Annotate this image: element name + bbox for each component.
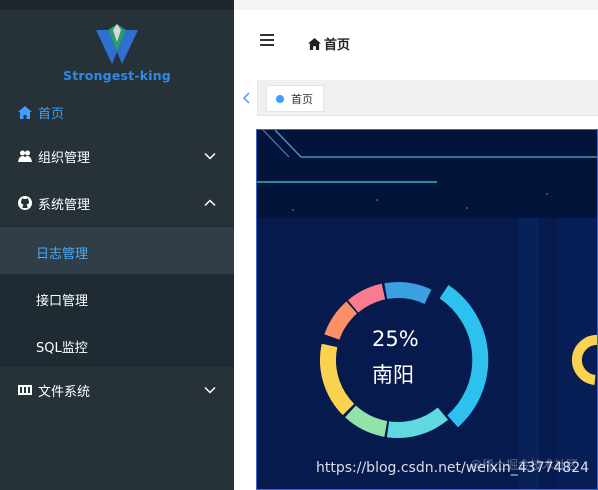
sidebar-item-file-system[interactable]: 文件系统 (0, 367, 234, 413)
sidebar-item-system[interactable]: 系统管理 (0, 180, 234, 226)
tabs-bar: 首页 (234, 80, 598, 116)
chevron-down-icon (204, 152, 216, 160)
logo-icon (96, 24, 138, 64)
tab-home[interactable]: 首页 (266, 85, 324, 112)
main-content: 25% 南阳 (234, 116, 598, 490)
sidebar-item-label: 首页 (38, 106, 65, 122)
sidebar-subitem-log[interactable]: 日志管理 (0, 227, 234, 274)
brand-name: Strongest-king (63, 68, 171, 83)
header-top-strip (234, 0, 598, 10)
sidebar-item-organization[interactable]: 组织管理 (0, 133, 234, 179)
sidebar-subitem-label: 日志管理 (36, 247, 89, 262)
dashboard-graphics (257, 130, 597, 489)
github-icon (18, 196, 32, 210)
breadcrumb[interactable]: 首页 (308, 34, 350, 53)
top-header: 首页 (234, 0, 598, 80)
sidebar-item-label: 文件系统 (38, 384, 91, 400)
sidebar-subitem-api[interactable]: 接口管理 (0, 274, 234, 321)
dashboard-panel: 25% 南阳 (256, 129, 598, 490)
chevron-up-icon (204, 199, 216, 207)
sidebar-item-label: 组织管理 (38, 150, 91, 166)
donut-percent: 25% (372, 327, 419, 351)
chevron-left-icon (242, 92, 250, 104)
sidebar-subitem-label: 接口管理 (36, 294, 89, 309)
tabs-scroll-left-button[interactable] (234, 80, 258, 116)
sidebar-subitem-label: SQL监控 (36, 341, 88, 356)
breadcrumb-label: 首页 (324, 38, 351, 53)
home-icon (308, 37, 321, 50)
donut-city: 南阳 (372, 363, 414, 387)
org-icon (18, 149, 32, 163)
sidebar: Strongest-king 首页 组织管理 系统管理 日志管理 接口管理 SQ… (0, 0, 234, 490)
sidebar-item-label: 系统管理 (38, 197, 91, 213)
home-icon (18, 105, 32, 119)
sidebar-subitem-sql[interactable]: SQL监控 (0, 321, 234, 368)
sidebar-item-home[interactable]: 首页 (0, 89, 234, 135)
active-dot-icon (276, 94, 284, 103)
brand-logo[interactable]: Strongest-king (0, 20, 234, 84)
hamburger-icon[interactable] (260, 34, 274, 46)
tab-label: 首页 (291, 92, 313, 106)
source-watermark: https://blog.csdn.net/weixin_43774824 (316, 460, 590, 476)
sidebar-top-strip (0, 0, 234, 10)
file-system-icon (18, 383, 32, 397)
chevron-down-icon (204, 386, 216, 394)
